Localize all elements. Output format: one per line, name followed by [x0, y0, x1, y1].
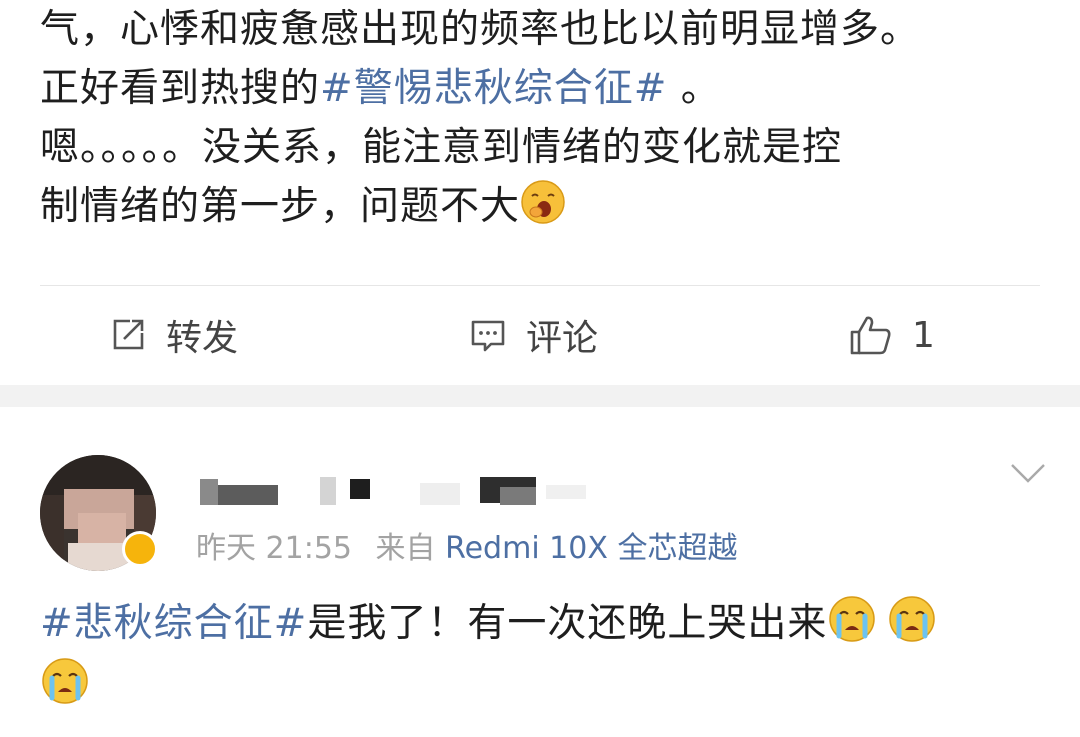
comment-time: 昨天 21:55	[196, 531, 352, 566]
comment-line	[40, 655, 1050, 717]
repost-label: 转发	[166, 318, 239, 359]
comment-meta: 昨天 21:55 来自 Redmi 10X 全芯超越	[196, 523, 737, 567]
post-line: 制情绪的第一步，问题不大	[40, 177, 1050, 236]
comment-icon	[471, 320, 505, 352]
username-redacted[interactable]	[200, 477, 600, 505]
post-body: 气，心悸和疲惫感出现的频率也比以前明显增多。 正好看到热搜的#警惕悲秋综合征# …	[40, 0, 1050, 236]
post-text: 。	[667, 66, 721, 111]
action-bar: 转发 评论 1	[0, 287, 1080, 383]
post-text: 制情绪的第一步，问题不大	[40, 184, 521, 229]
repost-icon	[113, 319, 144, 350]
comment-body: #悲秋综合征#是我了！有一次还晚上哭出来	[40, 593, 1050, 717]
comment-line: #悲秋综合征#是我了！有一次还晚上哭出来	[40, 593, 1050, 655]
post-line: 气，心悸和疲惫感出现的频率也比以前明显增多。	[40, 7, 921, 52]
chevron-down-icon[interactable]	[1008, 459, 1048, 487]
comment-item: 昨天 21:55 来自 Redmi 10X 全芯超越 #悲秋综合征#是我了！有一…	[0, 407, 1080, 737]
post-line: 嗯。。。。。没关系，能注意到情绪的变化就是控	[40, 125, 843, 170]
comment-label: 评论	[526, 318, 599, 359]
hashtag-link[interactable]: #警惕悲秋综合征#	[320, 66, 667, 111]
crying-emoji-icon	[889, 596, 936, 642]
comment-button[interactable]: 评论	[468, 287, 598, 383]
post-line: 正好看到热搜的#警惕悲秋综合征# 。	[40, 59, 1050, 118]
crying-emoji-icon	[829, 596, 876, 642]
source-link[interactable]: Redmi 10X 全芯超越	[445, 531, 737, 566]
divider	[40, 285, 1040, 286]
like-count: 1	[912, 314, 935, 356]
repost-button[interactable]: 转发	[108, 287, 238, 383]
post-text: 正好看到热搜的	[40, 66, 321, 111]
thumbs-up-icon	[850, 316, 891, 355]
source-prefix: 来自	[375, 531, 436, 566]
crying-emoji-icon	[42, 658, 88, 704]
comment-text: 是我了！有一次还晚上哭出来	[307, 601, 828, 646]
hashtag-link[interactable]: #悲秋综合征#	[40, 601, 307, 646]
verified-badge	[122, 531, 158, 567]
yawn-emoji-icon	[521, 180, 565, 224]
section-separator	[0, 385, 1080, 407]
like-button[interactable]: 1	[848, 287, 935, 383]
